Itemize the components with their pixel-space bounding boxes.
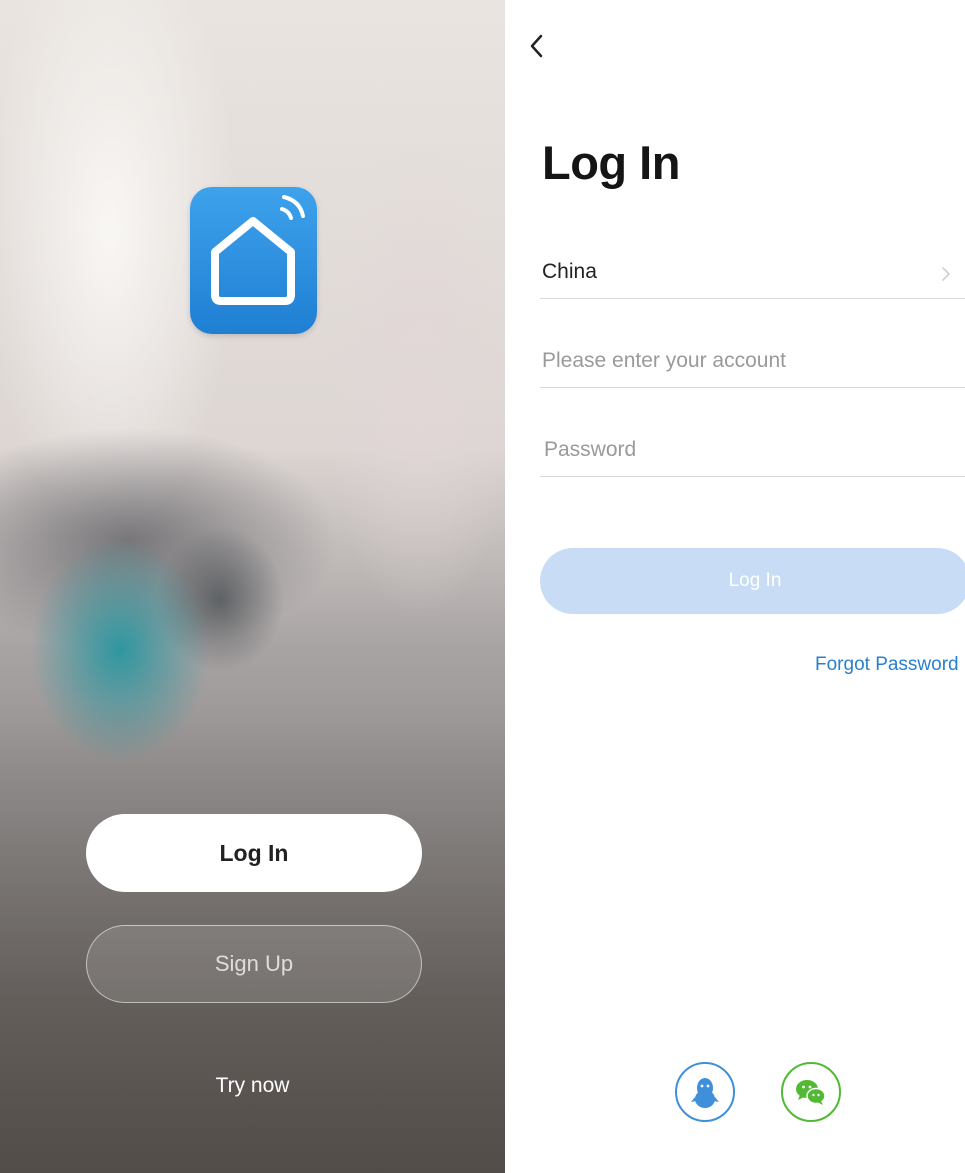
wechat-login-button[interactable]: [781, 1062, 841, 1122]
signup-button[interactable]: Sign Up: [86, 925, 422, 1003]
password-placeholder: Password: [544, 438, 637, 461]
country-selector[interactable]: China: [540, 252, 965, 299]
forgot-password-link[interactable]: Forgot Password: [815, 654, 959, 676]
welcome-screen: Log In Sign Up Try now: [0, 0, 505, 1173]
chevron-left-icon[interactable]: [525, 30, 549, 62]
chevron-right-icon: [942, 267, 951, 281]
login-button[interactable]: Log In: [86, 814, 422, 892]
password-input[interactable]: Password: [540, 430, 965, 477]
submit-login-button[interactable]: Log In: [540, 548, 965, 614]
login-screen: Log In China Please enter your account P…: [505, 0, 965, 1173]
try-now-link[interactable]: Try now: [0, 1074, 505, 1098]
wechat-icon: [796, 1080, 826, 1105]
app-logo: [190, 187, 317, 334]
account-placeholder: Please enter your account: [542, 349, 786, 372]
page-title: Log In: [542, 136, 680, 189]
country-value: China: [542, 260, 597, 283]
qq-login-button[interactable]: [675, 1062, 735, 1122]
smart-home-wifi-icon: [211, 195, 305, 305]
account-input[interactable]: Please enter your account: [540, 341, 965, 388]
qq-penguin-icon: [691, 1078, 719, 1108]
